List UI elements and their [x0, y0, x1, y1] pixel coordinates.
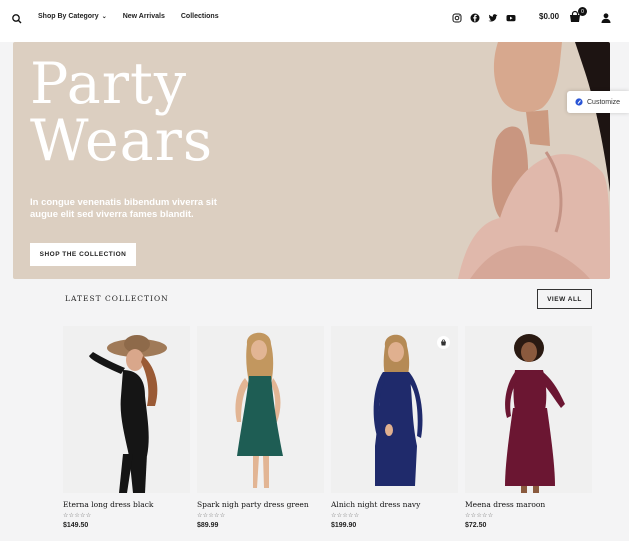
nav-collections[interactable]: Collections	[181, 13, 219, 20]
twitter-icon[interactable]	[487, 12, 498, 23]
facebook-icon[interactable]	[469, 12, 480, 23]
product-card[interactable]: Meena dress maroon ☆☆☆☆☆ $72.50	[465, 326, 592, 529]
view-all-button[interactable]: VIEW ALL	[537, 289, 592, 309]
product-price: $149.50	[63, 522, 89, 529]
product-price: $199.90	[331, 522, 357, 529]
hero-title-line1: Party	[30, 51, 188, 117]
wishlist-icon[interactable]	[437, 336, 450, 349]
instagram-icon[interactable]	[451, 12, 462, 23]
product-card[interactable]: Eterna long dress black ☆☆☆☆☆ $149.50	[63, 326, 190, 529]
section-title: LATEST COLLECTION	[65, 294, 169, 303]
product-image[interactable]	[63, 326, 190, 493]
product-card[interactable]: Alnich night dress navy ☆☆☆☆☆ $199.90	[331, 326, 458, 529]
product-image[interactable]	[197, 326, 324, 493]
product-name[interactable]: Meena dress maroon	[465, 500, 592, 509]
chevron-down-icon: ⌄	[101, 14, 107, 20]
product-price: $72.50	[465, 522, 487, 529]
user-icon[interactable]	[600, 11, 612, 23]
nav-label: Shop By Category	[38, 13, 99, 20]
rating-stars: ☆☆☆☆☆	[465, 513, 494, 519]
shop-collection-button[interactable]: SHOP THE COLLECTION	[30, 243, 136, 266]
brush-icon	[575, 98, 583, 106]
product-card[interactable]: Spark nigh party dress green ☆☆☆☆☆ $89.9…	[197, 326, 324, 529]
nav-shop-by-category[interactable]: Shop By Category ⌄	[38, 13, 107, 20]
hero-banner: Party Wears In congue venenatis bibendum…	[13, 42, 610, 279]
hero-model-image	[370, 42, 610, 279]
youtube-icon[interactable]	[505, 12, 516, 23]
product-name[interactable]: Spark nigh party dress green	[197, 500, 324, 509]
hero-title: Party Wears	[30, 56, 213, 170]
nav-new-arrivals[interactable]: New Arrivals	[123, 13, 165, 20]
customize-tab[interactable]: Customize	[567, 91, 629, 113]
product-image[interactable]	[331, 326, 458, 493]
product-name[interactable]: Eterna long dress black	[63, 500, 190, 509]
rating-stars: ☆☆☆☆☆	[331, 513, 360, 519]
social-links	[451, 12, 516, 23]
rating-stars: ☆☆☆☆☆	[63, 513, 92, 519]
product-name[interactable]: Alnich night dress navy	[331, 500, 458, 509]
cart-count-badge: 0	[578, 7, 587, 16]
cart-total[interactable]: $0.00	[539, 12, 559, 21]
main-nav: Shop By Category ⌄ New Arrivals Collecti…	[38, 13, 235, 20]
hero-subtitle: In congue venenatis bibendum viverra sit…	[30, 197, 217, 220]
site-header: Shop By Category ⌄ New Arrivals Collecti…	[0, 0, 629, 42]
product-grid: Eterna long dress black ☆☆☆☆☆ $149.50 Sp…	[63, 326, 592, 529]
customize-label: Customize	[587, 98, 621, 106]
hero-title-line2: Wears	[30, 108, 214, 174]
search-icon[interactable]	[11, 12, 23, 24]
rating-stars: ☆☆☆☆☆	[197, 513, 226, 519]
product-price: $89.99	[197, 522, 219, 529]
product-image[interactable]	[465, 326, 592, 493]
